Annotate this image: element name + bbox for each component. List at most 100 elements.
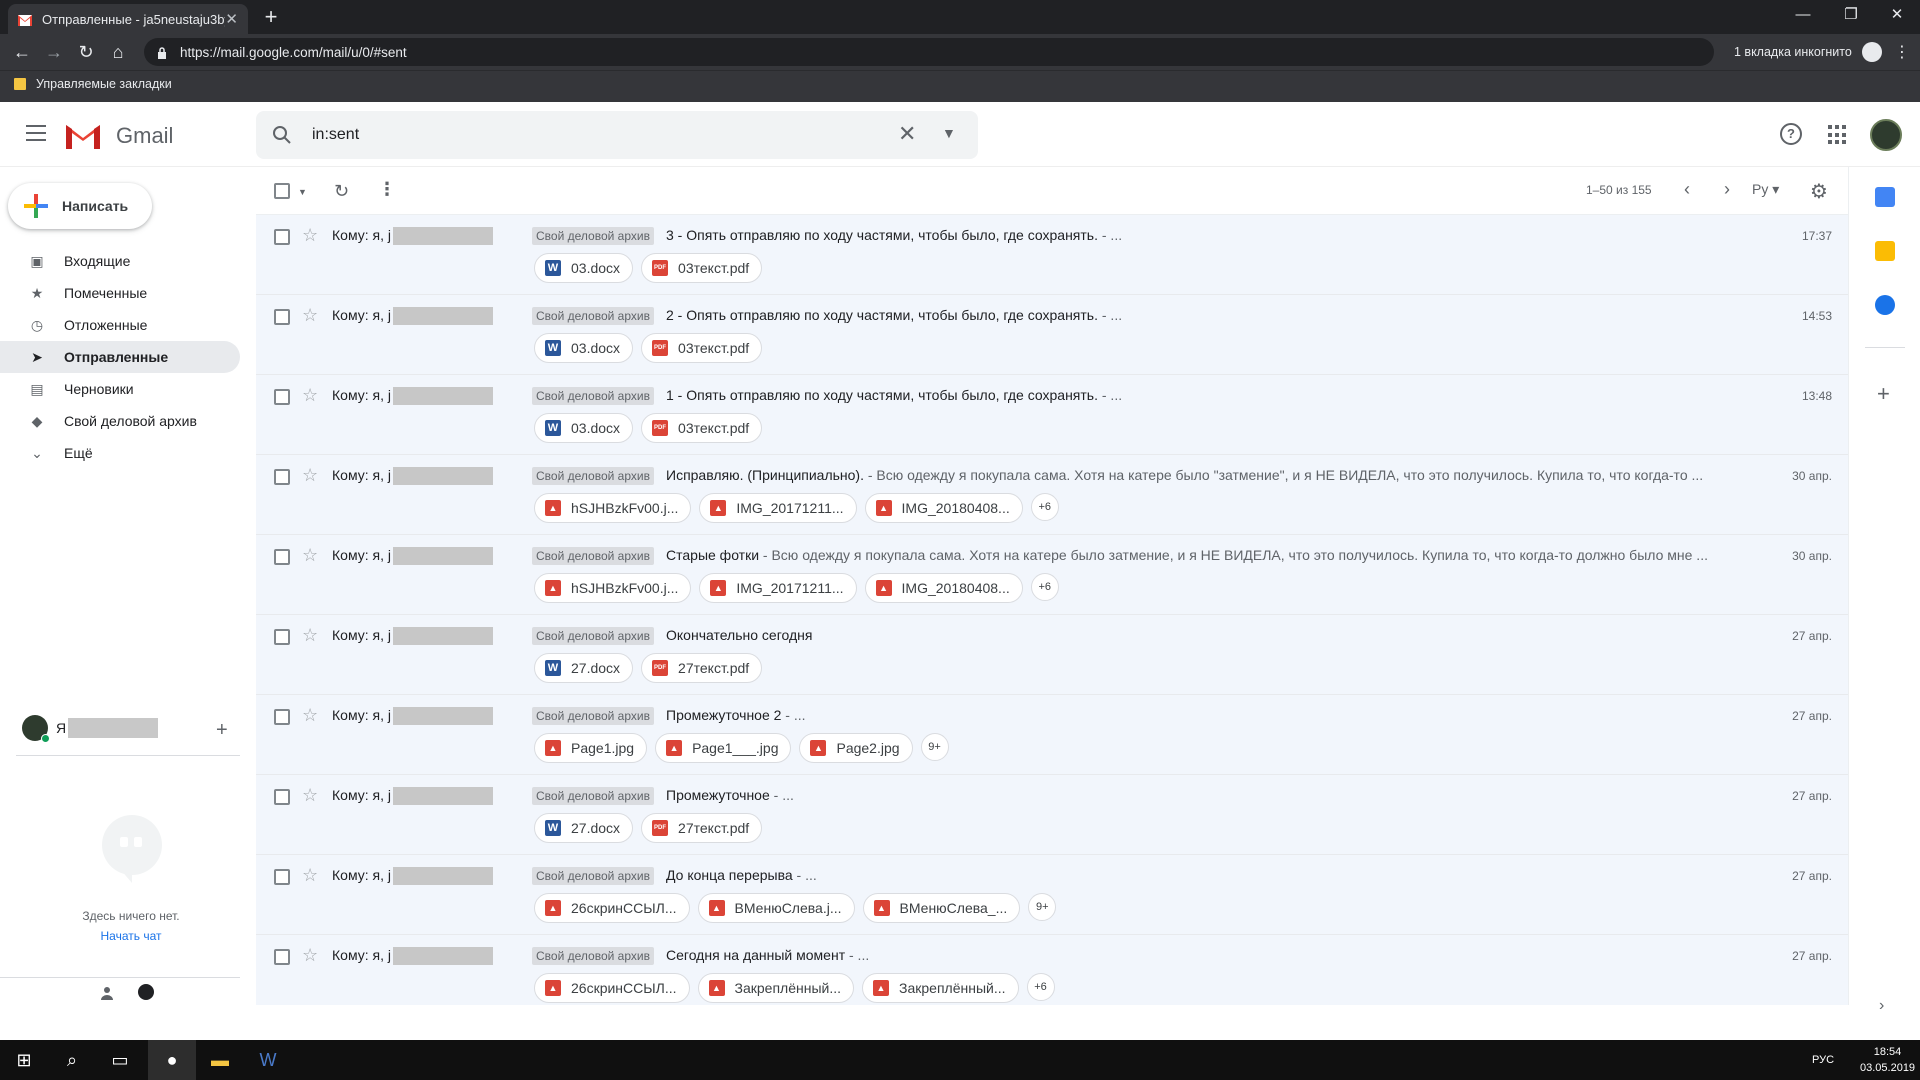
sidebar-item-starred[interactable]: ★ Помеченные <box>0 277 240 309</box>
row-checkbox[interactable] <box>274 229 290 245</box>
star-icon[interactable]: ☆ <box>302 545 318 566</box>
system-clock[interactable]: 18:54 03.05.2019 <box>1860 1044 1915 1076</box>
row-checkbox[interactable] <box>274 389 290 405</box>
word-app-icon[interactable]: W <box>244 1040 292 1080</box>
attachment-chip[interactable]: PDF 03текст.pdf <box>641 253 763 283</box>
more-attachments-badge[interactable]: +6 <box>1030 493 1059 521</box>
browser-menu-icon[interactable]: ⋮ <box>1894 42 1910 62</box>
select-dropdown-icon[interactable]: ▼ <box>298 187 307 197</box>
search-icon[interactable] <box>272 125 292 145</box>
browser-tab[interactable]: Отправленные - ja5neustaju3by ✕ <box>8 4 248 34</box>
row-checkbox[interactable] <box>274 949 290 965</box>
sidebar-item-drafts[interactable]: ▤ Черновики <box>0 373 240 405</box>
attachment-chip[interactable]: ▲ Page1.jpg <box>534 733 648 763</box>
attachment-chip[interactable]: ▲ Закреплённый... <box>697 973 855 1003</box>
sidebar-item-snoozed[interactable]: ◷ Отложенные <box>0 309 240 341</box>
sidebar-item-archive-label[interactable]: ◆ Свой деловой архив <box>0 405 240 437</box>
sidebar-item-sent[interactable]: ➤ Отправленные <box>0 341 240 373</box>
star-icon[interactable]: ☆ <box>302 945 318 966</box>
calendar-icon[interactable] <box>1875 187 1895 207</box>
email-row[interactable]: ☆ Кому: я, j Свой деловой архив 3 - Опят… <box>256 215 1848 295</box>
attachment-chip[interactable]: ▲ Page1___.jpg <box>655 733 792 763</box>
main-menu-icon[interactable] <box>26 125 46 141</box>
home-icon[interactable]: ⌂ <box>104 38 132 66</box>
search-bar[interactable]: in:sent ✕ ▼ <box>256 111 978 159</box>
attachment-chip[interactable]: ▲ hSJHBzkFv00.j... <box>534 573 692 603</box>
close-window-icon[interactable]: ✕ <box>1874 0 1920 30</box>
keyboard-lang[interactable]: РУС <box>1812 1054 1834 1066</box>
label-badge[interactable]: Свой деловой архив <box>532 307 654 325</box>
attachment-chip[interactable]: W 27.docx <box>534 813 634 843</box>
input-tools-button[interactable]: Ру ▾ <box>1752 181 1779 198</box>
address-bar[interactable]: https://mail.google.com/mail/u/0/#sent <box>144 38 1714 66</box>
search-options-icon[interactable]: ▼ <box>942 125 956 141</box>
star-icon[interactable]: ☆ <box>302 385 318 406</box>
email-row[interactable]: ☆ Кому: я, j Свой деловой архив Промежут… <box>256 695 1848 775</box>
expand-panel-icon[interactable]: › <box>1879 997 1884 1015</box>
account-avatar[interactable] <box>1870 119 1902 151</box>
attachment-chip[interactable]: W 03.docx <box>534 253 634 283</box>
label-badge[interactable]: Свой деловой архив <box>532 547 654 565</box>
star-icon[interactable]: ☆ <box>302 465 318 486</box>
label-badge[interactable]: Свой деловой архив <box>532 387 654 405</box>
attachment-chip[interactable]: W 03.docx <box>534 413 634 443</box>
file-explorer-icon[interactable]: ▬ <box>196 1040 244 1080</box>
attachment-chip[interactable]: ▲ IMG_20180408... <box>864 493 1023 523</box>
star-icon[interactable]: ☆ <box>302 705 318 726</box>
new-tab-button[interactable]: + <box>258 4 284 30</box>
row-checkbox[interactable] <box>274 789 290 805</box>
attachment-chip[interactable]: PDF 27текст.pdf <box>641 813 763 843</box>
tasks-icon[interactable] <box>1875 295 1895 315</box>
search-input[interactable]: in:sent <box>312 126 359 144</box>
refresh-icon[interactable]: ↻ <box>334 181 349 202</box>
email-row[interactable]: ☆ Кому: я, j Свой деловой архив 1 - Опят… <box>256 375 1848 455</box>
attachment-chip[interactable]: ▲ ВМенюСлева.j... <box>697 893 855 923</box>
start-chat-link[interactable]: Начать чат <box>0 929 262 943</box>
label-badge[interactable]: Свой деловой архив <box>532 787 654 805</box>
label-badge[interactable]: Свой деловой архив <box>532 627 654 645</box>
sidebar-item-more[interactable]: ⌄ Ещё <box>0 437 240 469</box>
attachment-chip[interactable]: W 27.docx <box>534 653 634 683</box>
label-badge[interactable]: Свой деловой архив <box>532 467 654 485</box>
hangouts-user[interactable]: Я <box>22 715 159 743</box>
label-badge[interactable]: Свой деловой архив <box>532 707 654 725</box>
more-attachments-badge[interactable]: +6 <box>1026 973 1055 1001</box>
email-row[interactable]: ☆ Кому: я, j Свой деловой архив Старые ф… <box>256 535 1848 615</box>
back-icon[interactable]: ← <box>8 38 36 66</box>
compose-button[interactable]: Написать <box>8 183 152 229</box>
email-row[interactable]: ☆ Кому: я, j Свой деловой архив До конца… <box>256 855 1848 935</box>
attachment-chip[interactable]: PDF 27текст.pdf <box>641 653 763 683</box>
row-checkbox[interactable] <box>274 869 290 885</box>
row-checkbox[interactable] <box>274 709 290 725</box>
label-badge[interactable]: Свой деловой архив <box>532 947 654 965</box>
row-checkbox[interactable] <box>274 469 290 485</box>
star-icon[interactable]: ☆ <box>302 865 318 886</box>
search-icon[interactable]: ⌕ <box>48 1040 96 1080</box>
chrome-app-icon[interactable]: ● <box>148 1040 196 1080</box>
email-row[interactable]: ☆ Кому: я, j Свой деловой архив Промежут… <box>256 775 1848 855</box>
attachment-chip[interactable]: ▲ 26скринССЫЛ... <box>534 893 690 923</box>
keep-icon[interactable] <box>1875 241 1895 261</box>
minimize-icon[interactable]: — <box>1780 0 1826 30</box>
next-page-icon[interactable]: › <box>1724 179 1730 200</box>
email-row[interactable]: ☆ Кому: я, j Свой деловой архив Окончате… <box>256 615 1848 695</box>
attachment-chip[interactable]: PDF 03текст.pdf <box>641 413 763 443</box>
bookmark-folder[interactable]: Управляемые закладки <box>14 77 172 91</box>
gmail-logo-icon[interactable] <box>64 121 102 149</box>
sidebar-item-inbox[interactable]: ▣ Входящие <box>0 245 240 277</box>
star-icon[interactable]: ☆ <box>302 305 318 326</box>
more-attachments-badge[interactable]: 9+ <box>1028 893 1057 921</box>
windows-start-icon[interactable]: ⊞ <box>0 1040 48 1080</box>
more-attachments-badge[interactable]: +6 <box>1030 573 1059 601</box>
attachment-chip[interactable]: ▲ Page2.jpg <box>799 733 913 763</box>
more-actions-icon[interactable]: ⋮ <box>378 179 396 200</box>
label-badge[interactable]: Свой деловой архив <box>532 867 654 885</box>
attachment-chip[interactable]: ▲ IMG_20171211... <box>699 573 857 603</box>
more-attachments-badge[interactable]: 9+ <box>920 733 949 761</box>
attachment-chip[interactable]: ▲ 26скринССЫЛ... <box>534 973 690 1003</box>
prev-page-icon[interactable]: ‹ <box>1684 179 1690 200</box>
hangouts-icon[interactable] <box>138 984 154 1000</box>
label-badge[interactable]: Свой деловой архив <box>532 227 654 245</box>
email-row[interactable]: ☆ Кому: я, j Свой деловой архив Сегодня … <box>256 935 1848 1005</box>
attachment-chip[interactable]: W 03.docx <box>534 333 634 363</box>
